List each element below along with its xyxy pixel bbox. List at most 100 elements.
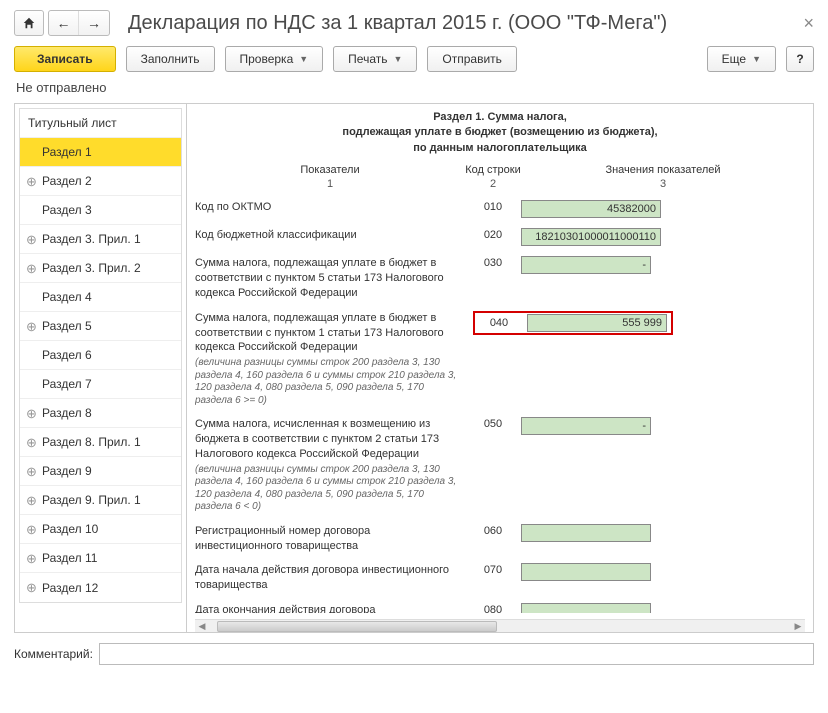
expand-icon[interactable]: ⊕ <box>26 494 37 507</box>
form-row: Сумма налога, исчисленная к возмещению и… <box>195 417 805 514</box>
sidebar-item[interactable]: Титульный лист <box>20 109 181 138</box>
sidebar-item[interactable]: ⊕ Раздел 11 <box>20 544 181 573</box>
sidebar-item-label: Раздел 3 <box>42 203 92 217</box>
expand-icon[interactable]: ⊕ <box>26 407 37 420</box>
row-code: 050 <box>465 417 521 430</box>
row-label: Дата начала действия договора инвестицио… <box>195 563 465 593</box>
row-code: 080 <box>465 603 521 613</box>
send-button[interactable]: Отправить <box>427 46 517 72</box>
row-value-field[interactable] <box>521 563 651 581</box>
expand-icon[interactable]: ⊕ <box>26 320 37 333</box>
scroll-thumb[interactable] <box>217 621 497 632</box>
row-label: Сумма налога, подлежащая уплате в бюджет… <box>195 311 465 408</box>
sidebar-item-label: Раздел 4 <box>42 290 92 304</box>
row-code: 070 <box>465 563 521 576</box>
sidebar-item[interactable]: Раздел 6 <box>20 341 181 370</box>
horizontal-scrollbar[interactable]: ◀ ▶ <box>195 619 805 632</box>
expand-icon[interactable]: ⊕ <box>26 552 37 565</box>
sidebar-item[interactable]: ⊕ Раздел 3. Прил. 1 <box>20 225 181 254</box>
form-row: Дата окончания действия договора инвести… <box>195 603 805 613</box>
sidebar-item[interactable]: ⊕ Раздел 2 <box>20 167 181 196</box>
row-value-field[interactable]: - <box>521 417 651 435</box>
sidebar-item[interactable]: ⊕ Раздел 8 <box>20 399 181 428</box>
column-headers: Показатели Код строки Значения показател… <box>195 164 805 176</box>
caret-down-icon: ▼ <box>752 54 761 64</box>
nav-forward-button[interactable]: → <box>79 11 109 35</box>
sidebar-item[interactable]: Раздел 7 <box>20 370 181 399</box>
form-row: Сумма налога, подлежащая уплате в бюджет… <box>195 311 805 408</box>
sidebar-item[interactable]: Раздел 4 <box>20 283 181 312</box>
scroll-left-arrow[interactable]: ◀ <box>195 620 209 632</box>
window-close-button[interactable]: × <box>803 13 814 34</box>
row-code: 010 <box>465 200 521 213</box>
sidebar-item-label: Раздел 3. Прил. 2 <box>42 261 141 275</box>
sidebar-item-label: Раздел 8 <box>42 406 92 420</box>
sidebar-item[interactable]: ⊕ Раздел 5 <box>20 312 181 341</box>
expand-icon[interactable]: ⊕ <box>26 465 37 478</box>
row-code: 030 <box>465 256 521 269</box>
row-value-field[interactable]: 18210301000011000110 <box>521 228 661 246</box>
sidebar-item[interactable]: ⊕ Раздел 8. Прил. 1 <box>20 428 181 457</box>
form-row: Код по ОКТМО01045382000 <box>195 200 805 218</box>
expand-icon[interactable]: ⊕ <box>26 436 37 449</box>
expand-icon[interactable]: ⊕ <box>26 262 37 275</box>
row-label: Сумма налога, подлежащая уплате в бюджет… <box>195 256 465 301</box>
row-value-field[interactable]: - <box>521 256 651 274</box>
form-row: Регистрационный номер договора инвестици… <box>195 524 805 554</box>
expand-icon[interactable]: ⊕ <box>26 175 37 188</box>
form-row: Код бюджетной классификации0201821030100… <box>195 228 805 246</box>
row-label: Дата окончания действия договора инвести… <box>195 603 465 613</box>
sidebar-item-label: Раздел 5 <box>42 319 92 333</box>
sidebar-item[interactable]: ⊕ Раздел 10 <box>20 515 181 544</box>
sidebar-item-label: Раздел 12 <box>42 581 98 595</box>
more-button[interactable]: Еще▼ <box>707 46 776 72</box>
row-value-field[interactable]: 45382000 <box>521 200 661 218</box>
sidebar-item-label: Раздел 6 <box>42 348 92 362</box>
row-label: Код по ОКТМО <box>195 200 465 215</box>
sidebar-item[interactable]: ⊕ Раздел 9. Прил. 1 <box>20 486 181 515</box>
sidebar-item-label: Раздел 9. Прил. 1 <box>42 493 141 507</box>
sidebar-item[interactable]: ⊕ Раздел 12 <box>20 573 181 602</box>
row-label: Регистрационный номер договора инвестици… <box>195 524 465 554</box>
expand-icon[interactable]: ⊕ <box>26 523 37 536</box>
check-button[interactable]: Проверка▼ <box>225 46 324 72</box>
row-value-field[interactable] <box>521 524 651 542</box>
window-title: Декларация по НДС за 1 квартал 2015 г. (… <box>128 12 793 35</box>
caret-down-icon: ▼ <box>299 54 308 64</box>
sidebar-item[interactable]: Раздел 3 <box>20 196 181 225</box>
status-text: Не отправлено <box>16 80 814 95</box>
row-value-field[interactable] <box>521 603 651 613</box>
record-button[interactable]: Записать <box>14 46 116 72</box>
row-code: 020 <box>465 228 521 241</box>
sidebar-item-label: Раздел 3. Прил. 1 <box>42 232 141 246</box>
sidebar-item-label: Титульный лист <box>28 116 117 130</box>
section-sidebar: Титульный лист Раздел 1 ⊕ Раздел 2 Раздел 3 ⊕… <box>19 108 182 603</box>
fill-button[interactable]: Заполнить <box>126 46 215 72</box>
sidebar-item[interactable]: ⊕ Раздел 3. Прил. 2 <box>20 254 181 283</box>
row-code: 040 <box>479 317 519 329</box>
highlighted-field: 040 555 999 <box>473 311 673 335</box>
sidebar-item-label: Раздел 1 <box>42 145 92 159</box>
sidebar-item-label: Раздел 11 <box>42 551 97 565</box>
help-button[interactable]: ? <box>786 46 814 72</box>
section-title: Раздел 1. Сумма налога, подлежащая уплат… <box>195 110 805 156</box>
expand-icon[interactable]: ⊕ <box>26 233 37 246</box>
row-value-field[interactable]: 555 999 <box>527 314 667 332</box>
print-button[interactable]: Печать▼ <box>333 46 417 72</box>
comment-input[interactable] <box>99 643 814 665</box>
caret-down-icon: ▼ <box>393 54 402 64</box>
sidebar-item[interactable]: Раздел 1 <box>20 138 181 167</box>
sidebar-item-label: Раздел 10 <box>42 522 98 536</box>
row-code: 060 <box>465 524 521 537</box>
row-note: (величина разницы суммы строк 200 раздел… <box>195 357 459 407</box>
scroll-right-arrow[interactable]: ▶ <box>791 620 805 632</box>
column-subheaders: 1 2 3 <box>195 178 805 190</box>
nav-back-button[interactable]: ← <box>49 11 79 35</box>
home-button[interactable] <box>14 10 44 36</box>
sidebar-item-label: Раздел 8. Прил. 1 <box>42 435 141 449</box>
sidebar-item-label: Раздел 2 <box>42 174 92 188</box>
sidebar-item-label: Раздел 9 <box>42 464 92 478</box>
expand-icon[interactable]: ⊕ <box>26 581 37 594</box>
sidebar-item-label: Раздел 7 <box>42 377 92 391</box>
sidebar-item[interactable]: ⊕ Раздел 9 <box>20 457 181 486</box>
